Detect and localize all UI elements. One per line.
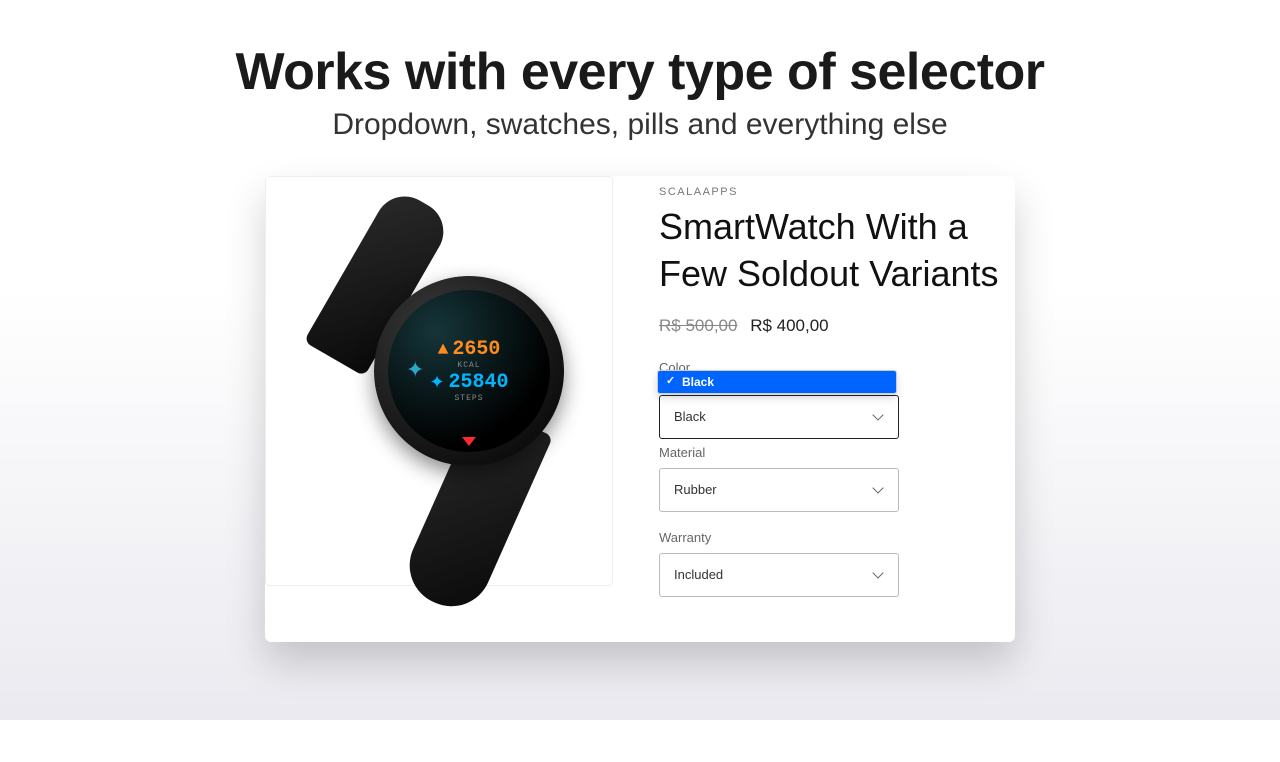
option-label-warranty: Warranty: [659, 530, 1005, 545]
color-dropdown-open[interactable]: Black: [657, 370, 897, 394]
material-select[interactable]: Rubber: [659, 468, 899, 512]
price-row: R$ 500,00 R$ 400,00: [659, 316, 1005, 336]
compare-at-price: R$ 500,00: [659, 316, 737, 335]
material-select-value: Rubber: [674, 482, 717, 497]
steps-value: 25840: [449, 371, 509, 394]
warranty-select[interactable]: Included: [659, 553, 899, 597]
option-label-material: Material: [659, 445, 1005, 460]
runner-icon: ✦: [406, 358, 424, 384]
flame-icon: ▲: [438, 340, 449, 360]
color-select-value: Black: [674, 409, 706, 424]
color-option-black[interactable]: Black: [658, 371, 896, 393]
smartwatch-illustration: ✦ ▲ 2650 KCAL ✦ 25840 STEPS: [279, 181, 599, 581]
product-card: ✦ ▲ 2650 KCAL ✦ 25840 STEPS SCALAAPPS Sm…: [265, 176, 1015, 642]
product-image: ✦ ▲ 2650 KCAL ✦ 25840 STEPS: [265, 176, 613, 586]
triangle-down-icon: [462, 437, 476, 446]
product-brand: SCALAAPPS: [659, 186, 1005, 198]
page-subhead: Dropdown, swatches, pills and everything…: [0, 108, 1280, 142]
product-details: SCALAAPPS SmartWatch With a Few Soldout …: [659, 186, 1015, 642]
chevron-down-icon: [874, 412, 884, 422]
chevron-down-icon: [874, 485, 884, 495]
page-headline: Works with every type of selector: [0, 42, 1280, 102]
option-material: Material Rubber: [659, 445, 1005, 512]
steps-icon: ✦: [429, 372, 444, 394]
kcal-label: KCAL: [457, 361, 480, 370]
kcal-value: 2650: [452, 338, 500, 361]
sale-price: R$ 400,00: [750, 316, 828, 335]
color-select[interactable]: Black: [659, 395, 899, 439]
chevron-down-icon: [874, 570, 884, 580]
product-title: SmartWatch With a Few Soldout Variants: [659, 204, 1005, 298]
warranty-select-value: Included: [674, 567, 723, 582]
option-color: Color Black Black: [659, 360, 1005, 427]
option-warranty: Warranty Included: [659, 530, 1005, 597]
steps-label: STEPS: [454, 394, 483, 403]
